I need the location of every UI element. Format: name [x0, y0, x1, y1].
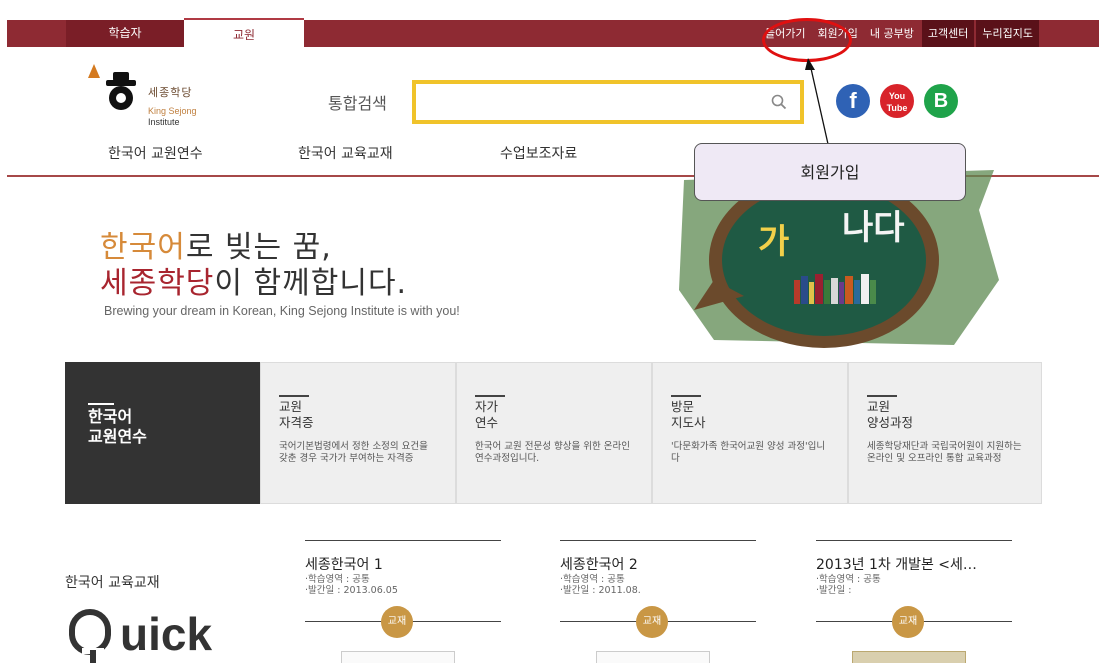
course-card-visiting-instructor[interactable]: 방문 지도사 '다문화가족 한국어교원 양성 과정'입니다 — [652, 362, 848, 504]
book-cover-thumbnail[interactable] — [596, 651, 710, 663]
card-accent-bar — [671, 395, 701, 397]
book-area: ·학습영역 : 공통 — [816, 574, 881, 585]
nav-teaching-materials[interactable]: 수업보조자료 — [500, 143, 577, 163]
card-accent-bar — [88, 403, 114, 405]
youtube-icon-line1: You — [888, 91, 906, 101]
book-divider — [560, 540, 756, 541]
book-date: ·발간일 : 2013.06.05 — [305, 585, 398, 596]
youtube-icon-line2: Tube — [886, 103, 908, 113]
card-accent-bar — [475, 395, 505, 397]
course-card-title: 교원 자격증 — [279, 399, 314, 430]
textbook-item[interactable]: 세종한국어 2 ·학습영역 : 공통 ·발간일 : 2011.08. 교재 — [560, 540, 756, 663]
course-card-training-program[interactable]: 교원 양성과정 세종학당재단과 국립국어원이 지원하는 온라인 및 오프라인 통… — [848, 362, 1042, 504]
signup-callout-box: 회원가입 — [694, 143, 966, 201]
book-date: ·발간일 : — [816, 585, 852, 596]
book-title[interactable]: 세종한국어 2 — [560, 554, 756, 574]
quick-logo[interactable]: uick — [68, 606, 248, 663]
textbook-item[interactable]: 2013년 1차 개발본 <세… ·학습영역 : 공통 ·발간일 : 교재 — [816, 540, 1012, 663]
quick-logo-text: uick — [120, 608, 213, 660]
book-title[interactable]: 2013년 1차 개발본 <세… — [816, 554, 1012, 574]
search-input[interactable] — [422, 88, 762, 116]
book-area: ·학습영역 : 공통 — [560, 574, 625, 585]
book-divider — [305, 540, 501, 541]
course-card-teacher-training[interactable]: 한국어 교원연수 — [65, 362, 260, 504]
course-card-lead-title: 한국어 교원연수 — [88, 407, 147, 446]
logo-english-line1: King Sejong — [148, 106, 197, 116]
course-card-title: 자가 연수 — [475, 399, 499, 430]
hero-highlight-sejong: 세종학당 — [100, 266, 215, 301]
tab-teacher[interactable]: 교원 — [184, 18, 304, 48]
logo-english-line2: Institute — [148, 117, 180, 127]
book-badge: 교재 — [892, 606, 924, 638]
hero-headline-line2: 세종학당이 함께합니다. — [100, 258, 407, 302]
board-char-ga: 가 — [758, 222, 790, 262]
customer-center-link[interactable]: 고객센터 — [921, 20, 975, 47]
card-accent-bar — [867, 395, 897, 397]
sitemap-link[interactable]: 누리집지도 — [976, 20, 1039, 47]
logo-emblem-icon — [88, 64, 136, 110]
course-card-title: 방문 지도사 — [671, 399, 706, 430]
course-card-desc: 국어기본법령에서 정한 소정의 요건을 갖춘 경우 국가가 부여하는 자격증 — [279, 441, 428, 464]
book-cover-thumbnail[interactable] — [341, 651, 455, 663]
course-cards: 한국어 교원연수 교원 자격증 국어기본법령에서 정한 소정의 요건을 갖춘 경… — [65, 362, 1042, 504]
course-card-desc: 세종학당재단과 국립국어원이 지원하는 온라인 및 오프라인 통합 교육과정 — [867, 441, 1022, 464]
card-accent-bar — [279, 395, 309, 397]
hero-line2-rest: 이 함께합니다. — [214, 266, 408, 301]
textbooks-heading: 한국어 교육교재 — [65, 575, 160, 591]
hero-subtitle: Brewing your dream in Korean, King Sejon… — [104, 304, 460, 318]
book-meta: ·학습영역 : 공통 ·발간일 : — [816, 574, 881, 596]
book-meta: ·학습영역 : 공통 ·발간일 : 2011.08. — [560, 574, 641, 596]
book-cover-thumbnail[interactable] — [852, 651, 966, 663]
blog-icon[interactable]: B — [924, 84, 958, 118]
nav-textbooks[interactable]: 한국어 교육교재 — [298, 143, 393, 163]
course-card-self-training[interactable]: 자가 연수 한국어 교원 전문성 향상을 위한 온라인 연수과정입니다. — [456, 362, 652, 504]
search-label: 통합검색 — [328, 94, 387, 113]
board-char-nada: 나다 — [842, 208, 905, 248]
book-badge: 교재 — [381, 606, 413, 638]
book-title[interactable]: 세종한국어 1 — [305, 554, 501, 574]
course-card-desc: '다문화가족 한국어교원 양성 과정'입니다 — [671, 441, 826, 464]
nav-teacher-training[interactable]: 한국어 교원연수 — [108, 143, 203, 163]
my-study-room-link[interactable]: 내 공부방 — [864, 20, 920, 47]
book-meta: ·학습영역 : 공통 ·발간일 : 2013.06.05 — [305, 574, 398, 596]
book-date: ·발간일 : 2011.08. — [560, 585, 641, 596]
search-box — [412, 80, 804, 124]
facebook-icon[interactable]: f — [836, 84, 870, 118]
tab-student[interactable]: 학습자 — [66, 20, 184, 47]
course-card-title: 교원 양성과정 — [867, 399, 914, 430]
course-card-desc: 한국어 교원 전문성 향상을 위한 온라인 연수과정입니다. — [475, 441, 630, 464]
book-badge: 교재 — [636, 606, 668, 638]
youtube-icon[interactable]: You Tube — [880, 84, 914, 118]
book-divider — [816, 540, 1012, 541]
textbook-item[interactable]: 세종한국어 1 ·학습영역 : 공통 ·발간일 : 2013.06.05 교재 — [305, 540, 501, 663]
quick-q-icon — [69, 609, 111, 663]
search-icon[interactable] — [770, 93, 788, 111]
callout-arrow-icon — [805, 58, 829, 145]
site-logo[interactable]: 세종학당 King Sejong Institute — [86, 64, 246, 128]
course-card-certificate[interactable]: 교원 자격증 국어기본법령에서 정한 소정의 요건을 갖춘 경우 국가가 부여하… — [260, 362, 456, 504]
book-area: ·학습영역 : 공통 — [305, 574, 370, 585]
logo-korean-text: 세종학당 — [148, 86, 193, 99]
